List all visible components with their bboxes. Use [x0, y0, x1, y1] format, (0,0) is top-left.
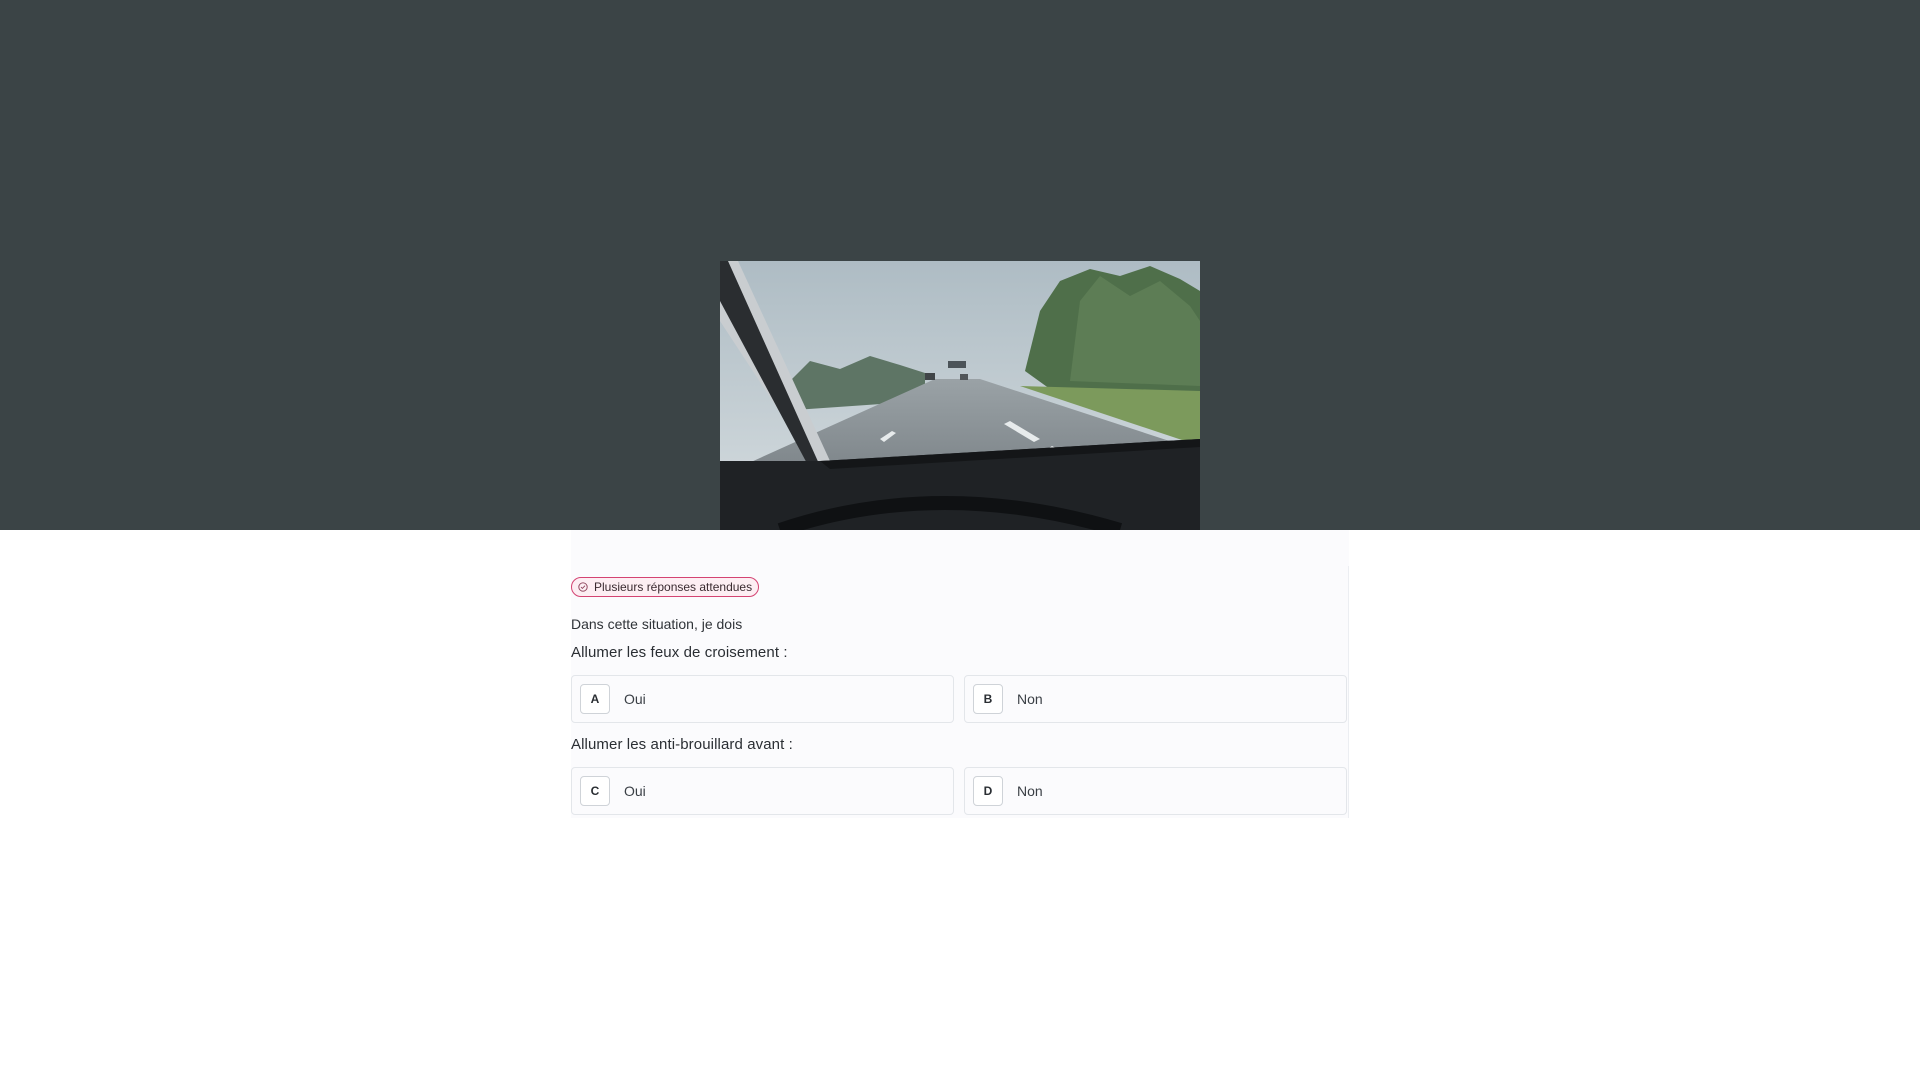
question-panel: Plusieurs réponses attendues Dans cette … — [571, 530, 1349, 818]
option-label: Non — [1017, 783, 1043, 799]
hero-banner — [0, 0, 1920, 530]
option-letter: A — [580, 684, 610, 714]
option-letter: D — [973, 776, 1003, 806]
rainy-highway-image — [720, 261, 1200, 530]
answer-option-b[interactable]: B Non — [964, 675, 1347, 723]
option-letter: C — [580, 776, 610, 806]
panel-divider — [1348, 566, 1349, 818]
option-letter: B — [973, 684, 1003, 714]
badge-label: Plusieurs réponses attendues — [594, 580, 753, 594]
option-label: Oui — [624, 783, 646, 799]
question-intro: Dans cette situation, je dois — [571, 616, 743, 632]
check-circle-icon — [578, 582, 588, 592]
answer-option-a[interactable]: A Oui — [571, 675, 954, 723]
option-label: Oui — [624, 691, 646, 707]
question-prompt-2: Allumer les anti-brouillard avant : — [571, 736, 793, 753]
situation-photo — [720, 261, 1200, 530]
option-label: Non — [1017, 691, 1043, 707]
question-prompt-1: Allumer les feux de croisement : — [571, 644, 788, 661]
answer-option-d[interactable]: D Non — [964, 767, 1347, 815]
multiple-answers-badge: Plusieurs réponses attendues — [571, 577, 760, 597]
answer-option-c[interactable]: C Oui — [571, 767, 954, 815]
